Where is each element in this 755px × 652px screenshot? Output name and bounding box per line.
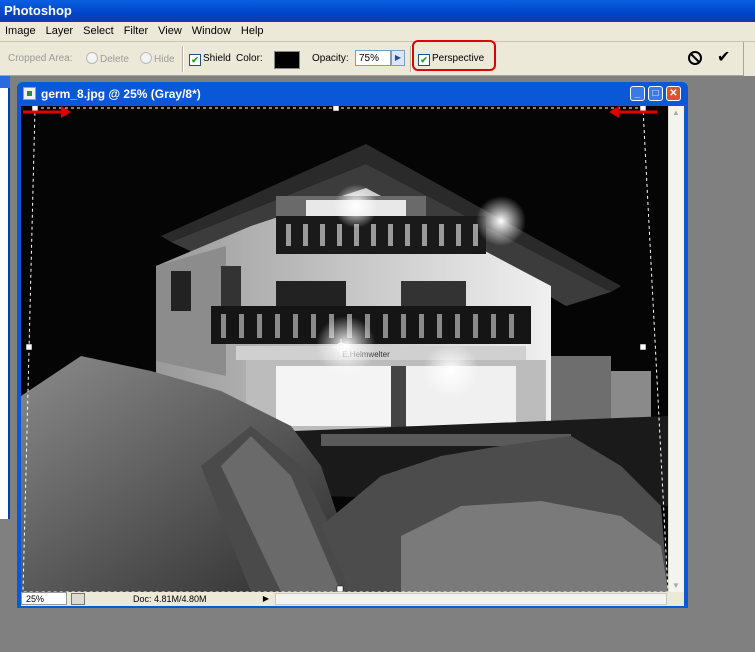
menu-view[interactable]: View <box>153 22 187 41</box>
crop-handle-top-right[interactable] <box>639 106 647 112</box>
hide-radio-circle <box>140 52 152 64</box>
crop-handle-left[interactable] <box>25 343 33 351</box>
app-title: Photoshop <box>4 3 72 18</box>
shield-checkbox[interactable]: ✔ Shield <box>189 52 231 66</box>
menu-image[interactable]: Image <box>0 22 41 41</box>
color-label: Color: <box>236 53 263 64</box>
menu-bar: Image Layer Select Filter View Window Help <box>0 22 755 42</box>
opacity-label: Opacity: <box>312 53 349 64</box>
zoom-field[interactable]: 25% <box>21 592 67 605</box>
menu-select[interactable]: Select <box>78 22 119 41</box>
vertical-scrollbar[interactable]: ▲ ▼ <box>668 106 684 592</box>
scroll-up-icon[interactable]: ▲ <box>672 108 680 117</box>
close-button[interactable]: ✕ <box>666 86 681 101</box>
cancel-icon[interactable] <box>687 50 703 66</box>
document-title-bar[interactable]: germ_8.jpg @ 25% (Gray/8*) _ □ ✕ <box>17 82 688 106</box>
document-status-bar: 25% Doc: 4.81M/4.80M ▶ <box>21 592 684 606</box>
menu-layer[interactable]: Layer <box>41 22 79 41</box>
background-panel-titlebar <box>0 76 10 88</box>
crop-handle-top[interactable] <box>332 106 340 112</box>
menu-window[interactable]: Window <box>187 22 236 41</box>
opacity-input[interactable]: 75% <box>355 50 391 66</box>
minimize-button[interactable]: _ <box>630 86 645 101</box>
document-title: germ_8.jpg @ 25% (Gray/8*) <box>41 87 201 101</box>
maximize-button[interactable]: □ <box>648 86 663 101</box>
background-panel <box>0 76 10 519</box>
document-canvas[interactable]: E.Helmwelter <box>21 106 684 592</box>
menu-help[interactable]: Help <box>236 22 269 41</box>
delete-radio-label: Delete <box>100 54 129 65</box>
commit-icon[interactable]: ✔ <box>717 50 735 66</box>
palette-well-edge <box>743 42 755 76</box>
photo-image[interactable]: E.Helmwelter <box>21 106 668 592</box>
crop-handle-top-left[interactable] <box>31 106 39 112</box>
status-menu-arrow-icon[interactable]: ▶ <box>261 593 271 605</box>
document-window: germ_8.jpg @ 25% (Gray/8*) _ □ ✕ ▲ ▼ 25%… <box>17 82 688 608</box>
menu-filter[interactable]: Filter <box>119 22 153 41</box>
opacity-dropdown-arrow-icon[interactable]: ▶ <box>391 50 405 66</box>
hide-radio-label: Hide <box>154 54 175 65</box>
shield-label: Shield <box>203 53 231 64</box>
scroll-down-icon[interactable]: ▼ <box>672 581 680 590</box>
cropped-area-label: Cropped Area: <box>8 53 73 64</box>
perspective-highlight <box>412 40 496 71</box>
navigator-icon[interactable] <box>71 593 85 605</box>
horizontal-scrollbar[interactable] <box>275 593 667 605</box>
hide-radio: Hide <box>140 52 175 67</box>
shield-color-swatch[interactable] <box>274 51 300 69</box>
delete-radio: Delete <box>86 52 129 67</box>
options-bar: Cropped Area: Delete Hide ✔ Shield Color:… <box>0 42 755 76</box>
doc-size-info: Doc: 4.81M/4.80M <box>133 594 207 604</box>
crop-handle-right[interactable] <box>639 343 647 351</box>
options-separator <box>182 46 184 72</box>
document-icon <box>23 87 36 100</box>
app-title-bar: Photoshop <box>0 0 755 22</box>
delete-radio-circle <box>86 52 98 64</box>
shield-check-icon[interactable]: ✔ <box>189 54 201 66</box>
